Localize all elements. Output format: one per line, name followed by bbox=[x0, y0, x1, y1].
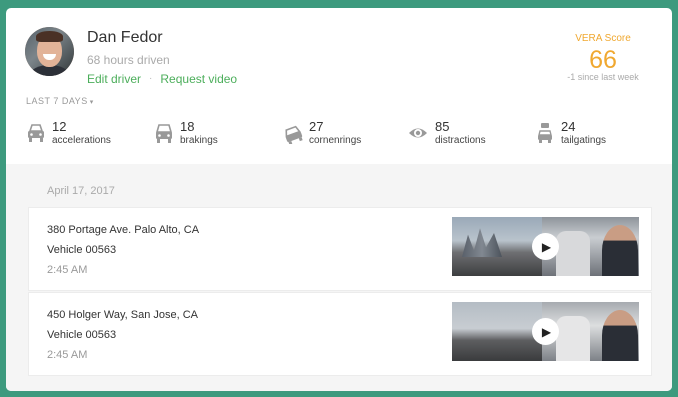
stat-label: tailgatings bbox=[561, 135, 607, 146]
video-thumbnail[interactable]: ▶ bbox=[452, 302, 639, 361]
stat-tailgatings: 24 tailgatings bbox=[535, 120, 606, 147]
play-icon[interactable]: ▶ bbox=[532, 318, 559, 345]
stat-distractions: 85 distractions bbox=[407, 120, 486, 147]
driver-info: Dan Fedor 68 hours driven Edit driver · … bbox=[87, 29, 237, 86]
car-tailgating-icon bbox=[538, 123, 552, 143]
stat-brakings: 18 brakings bbox=[154, 120, 218, 147]
stat-value: 24 bbox=[561, 119, 576, 134]
trip-address: 380 Portage Ave. Palo Alto, CA bbox=[47, 224, 200, 236]
car-braking-icon bbox=[155, 124, 173, 143]
avatar bbox=[25, 27, 74, 76]
driver-card: Dan Fedor 68 hours driven Edit driver · … bbox=[6, 8, 672, 391]
stat-accelerations: 12 accelerations bbox=[26, 120, 111, 147]
trip-time: 2:45 AM bbox=[47, 349, 88, 361]
trip-vehicle: Vehicle 00563 bbox=[47, 329, 117, 341]
stat-label: brakings bbox=[180, 135, 218, 146]
car-turning-icon bbox=[285, 125, 303, 144]
edit-driver-link[interactable]: Edit driver bbox=[87, 72, 141, 86]
driver-profile: Dan Fedor 68 hours driven Edit driver · … bbox=[25, 27, 237, 86]
period-label: LAST 7 DAYS bbox=[26, 96, 88, 106]
stats-row: 12 accelerations 18 brakings 27 cornenri… bbox=[26, 120, 656, 150]
car-front-icon bbox=[28, 124, 44, 142]
stat-value: 18 bbox=[180, 119, 195, 134]
hours-driven: 68 hours driven bbox=[87, 53, 170, 67]
trips-date: April 17, 2017 bbox=[47, 185, 115, 197]
stat-value: 12 bbox=[52, 119, 67, 134]
trips-panel: April 17, 2017 380 Portage Ave. Palo Alt… bbox=[6, 164, 672, 391]
trip-row[interactable]: 450 Holger Way, San Jose, CA Vehicle 005… bbox=[28, 292, 652, 376]
caret-down-icon: ▾ bbox=[89, 99, 94, 106]
stat-label: cornenrings bbox=[309, 135, 362, 146]
stat-label: distractions bbox=[435, 135, 486, 146]
score-label: VERA Score bbox=[575, 33, 631, 44]
play-icon[interactable]: ▶ bbox=[532, 233, 559, 260]
eye-icon bbox=[409, 128, 427, 138]
request-video-link[interactable]: Request video bbox=[160, 72, 237, 86]
vera-score: VERA Score 66 -1 since last week bbox=[558, 33, 648, 82]
stat-label: accelerations bbox=[52, 135, 111, 146]
score-value: 66 bbox=[589, 46, 617, 74]
stat-cornerings: 27 cornenrings bbox=[283, 120, 361, 147]
video-thumbnail[interactable]: ▶ bbox=[452, 217, 639, 276]
trip-time: 2:45 AM bbox=[47, 264, 88, 276]
trip-row[interactable]: 380 Portage Ave. Palo Alto, CA Vehicle 0… bbox=[28, 207, 652, 291]
link-separator: · bbox=[149, 73, 153, 84]
driver-actions: Edit driver · Request video bbox=[87, 72, 237, 86]
stat-value: 85 bbox=[435, 119, 450, 134]
stat-value: 27 bbox=[309, 119, 324, 134]
score-delta: -1 since last week bbox=[567, 72, 639, 82]
period-dropdown[interactable]: LAST 7 DAYS ▾ bbox=[26, 96, 94, 106]
trip-address: 450 Holger Way, San Jose, CA bbox=[47, 309, 199, 321]
driver-name: Dan Fedor bbox=[87, 29, 163, 46]
trip-vehicle: Vehicle 00563 bbox=[47, 244, 117, 256]
